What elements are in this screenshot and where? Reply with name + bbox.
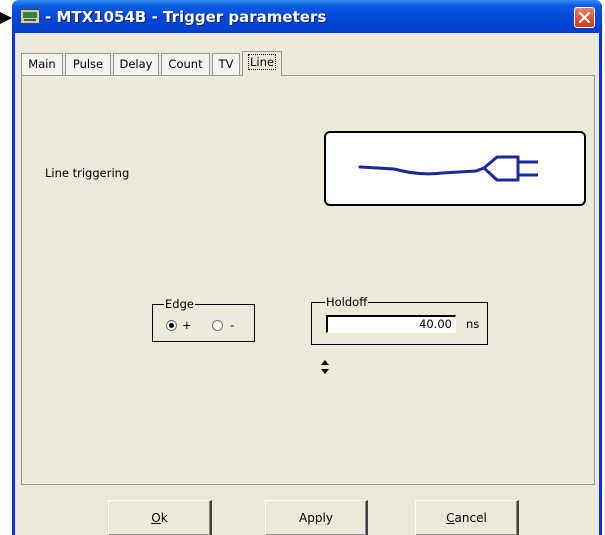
tab-label: Delay [119, 57, 153, 71]
ok-button[interactable]: Ok [108, 500, 212, 535]
close-icon [578, 11, 591, 24]
tab-line[interactable]: Line [242, 51, 282, 76]
edge-plus-label: + [182, 318, 192, 332]
edge-group-label: Edge [164, 297, 195, 311]
tab-count[interactable]: Count [161, 53, 210, 75]
tab-label: Main [28, 57, 56, 71]
ok-mnemonic: O [151, 511, 161, 525]
line-triggering-label: Line triggering [45, 166, 130, 180]
tab-label: Line [248, 54, 276, 70]
edge-minus-radio[interactable] [212, 320, 223, 331]
oscilloscope-app-icon[interactable] [20, 9, 40, 24]
tab-pulse[interactable]: Pulse [65, 53, 111, 75]
holdoff-group-label: Holdoff [325, 295, 369, 309]
cancel-label: ancel [454, 511, 487, 525]
cancel-button[interactable]: Cancel [415, 500, 519, 535]
apply-label: Apply [299, 511, 333, 525]
tab-label: TV [218, 57, 234, 71]
tab-label: Pulse [72, 57, 104, 71]
window-title: - MTX1054B - Trigger parameters [45, 8, 327, 26]
tab-delay[interactable]: Delay [113, 53, 159, 75]
cancel-mnemonic: C [446, 511, 455, 525]
ok-label: k [160, 511, 168, 525]
arrow-pointer-icon [0, 12, 12, 24]
holdoff-unit-label: ns [466, 317, 480, 331]
line-trigger-illustration [324, 131, 586, 206]
edge-minus-label: - [230, 318, 235, 332]
tab-label: Count [168, 57, 203, 71]
tab-main[interactable]: Main [21, 53, 63, 75]
apply-button[interactable]: Apply [265, 500, 368, 535]
tab-panel-line: Line triggering Edge + - Holdoff [21, 75, 595, 485]
dialog-client-area: Main Pulse Delay Count TV Line Line trig… [15, 33, 599, 535]
trigger-parameters-window: - MTX1054B - Trigger parameters Main Pul… [12, 0, 602, 535]
spin-updown-icon [321, 360, 329, 374]
tab-tv[interactable]: TV [212, 53, 240, 75]
title-bar[interactable]: - MTX1054B - Trigger parameters [12, 0, 602, 33]
power-plug-icon [358, 155, 538, 182]
close-button[interactable] [574, 7, 595, 28]
holdoff-spinner[interactable] [319, 358, 331, 376]
edge-plus-radio[interactable] [166, 320, 177, 331]
holdoff-value-input[interactable]: 40.00 [326, 315, 456, 333]
